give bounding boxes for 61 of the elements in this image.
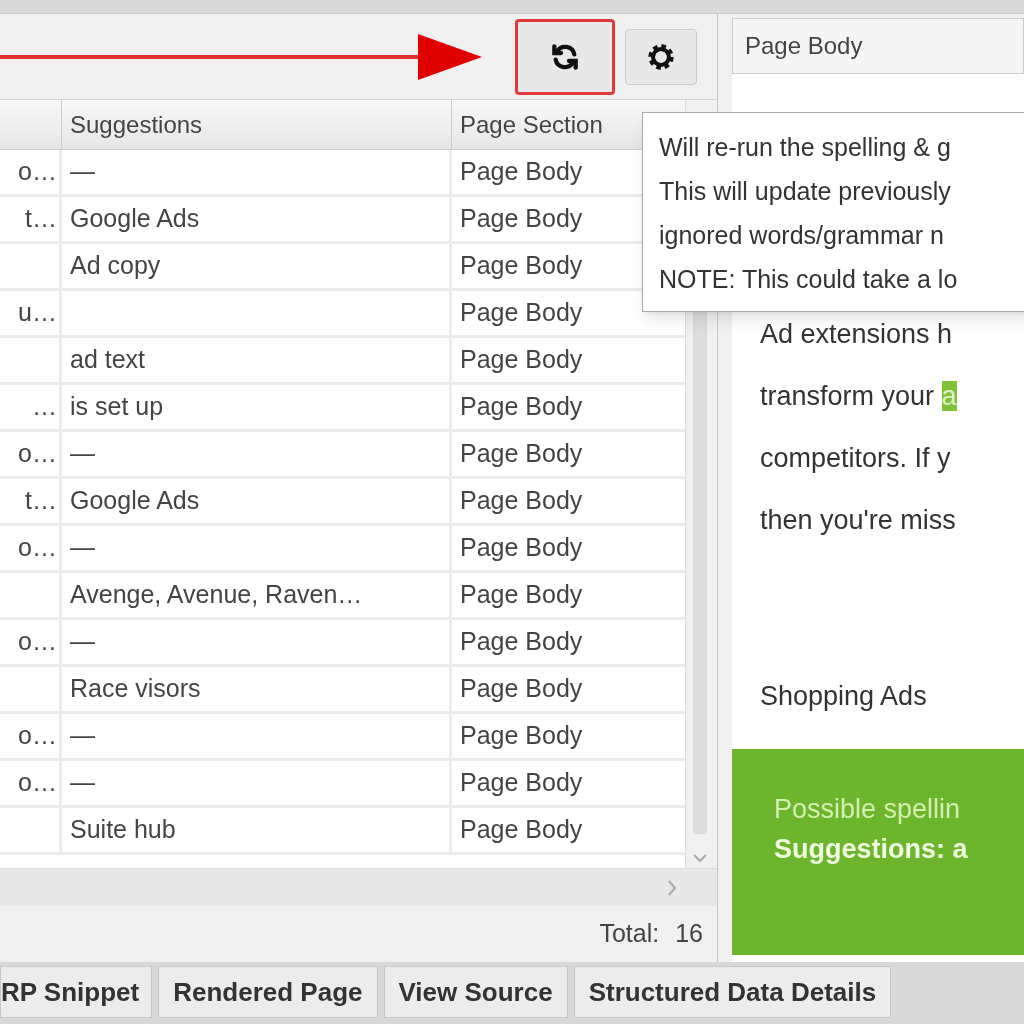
table-cell-text: — xyxy=(70,156,95,188)
table-cell-text: Google Ads xyxy=(70,203,200,235)
table-cell-text: Page Body xyxy=(460,250,583,282)
table-cell-text: Page Body xyxy=(460,485,583,517)
table-cell-text: Page Body xyxy=(460,814,583,846)
table-cell-text: Page Body xyxy=(460,673,583,705)
table-cell-text: Google Ads xyxy=(70,485,200,517)
settings-button[interactable] xyxy=(625,28,697,85)
total-label: Total: xyxy=(599,918,660,950)
table-cell-text: Page Body xyxy=(460,391,583,423)
table-cell-text: Page Body xyxy=(460,203,583,235)
table-cell-text: Suite hub xyxy=(70,814,176,846)
tab[interactable]: RP Snippet xyxy=(0,966,153,1018)
table-cell-text: o… xyxy=(18,438,57,470)
table-cell-text: u… xyxy=(18,297,57,329)
table-cell-text: o… xyxy=(18,720,57,752)
preview-text: transform your a xyxy=(760,380,958,413)
tooltip-text: Will re-run the spelling & g xyxy=(659,132,952,163)
table-cell-text: Page Body xyxy=(460,344,583,376)
table-cell-text: o… xyxy=(18,626,57,658)
tooltip-text: ignored words/grammar n xyxy=(659,220,945,251)
refresh-button[interactable] xyxy=(515,18,615,95)
table-cell-text: o… xyxy=(18,532,57,564)
preview-text: Ad extensions h xyxy=(760,318,954,351)
table-cell-text: — xyxy=(70,720,95,752)
column-header[interactable]: Suggestions xyxy=(62,100,452,149)
tooltip-text: NOTE: This could take a lo xyxy=(659,264,959,295)
table-cell-text: Page Body xyxy=(460,156,583,188)
preview-text: competitors. If y xyxy=(760,442,952,475)
tab[interactable]: Rendered Page xyxy=(158,966,378,1018)
table-cell-text: — xyxy=(70,767,95,799)
table-cell-text: — xyxy=(70,626,95,658)
table-cell-text: Page Body xyxy=(460,297,583,329)
table-cell-text: is set up xyxy=(70,391,164,423)
table-cell-text: Race visors xyxy=(70,673,201,705)
tab[interactable]: View Source xyxy=(383,966,568,1018)
tab[interactable]: Structured Data Details xyxy=(573,966,892,1018)
table-cell-text: — xyxy=(70,438,95,470)
notice-message: Possible spellin xyxy=(774,792,962,826)
table-cell-text: ad text xyxy=(70,344,146,376)
table-cell-text: Page Body xyxy=(460,532,583,564)
horizontal-scrollbar[interactable] xyxy=(0,868,717,906)
table-cell-text: Page Body xyxy=(460,720,583,752)
table-cell-text: t… xyxy=(25,485,57,517)
table-cell-text: Page Body xyxy=(460,626,583,658)
preview-header: Page Body xyxy=(745,31,863,61)
preview-heading: Shopping Ads xyxy=(760,680,928,713)
table-cell-text: Page Body xyxy=(460,438,583,470)
table-cell-text: Ad copy xyxy=(70,250,161,282)
table-cell-text: o… xyxy=(18,156,57,188)
table-cell-text: Page Body xyxy=(460,767,583,799)
preview-text: then you're miss xyxy=(760,504,957,537)
table-cell-text: … xyxy=(32,391,57,423)
total-count: 16 xyxy=(675,918,703,950)
table-cell-text: Avenge, Avenue, Raven… xyxy=(70,579,363,611)
notice-suggestions: Suggestions: a xyxy=(774,833,969,866)
tooltip-text: This will update previously xyxy=(659,176,952,207)
table-cell-text: — xyxy=(70,532,95,564)
table-cell-text: Page Body xyxy=(460,579,583,611)
table-cell-text: o… xyxy=(18,767,57,799)
table-cell-text: t… xyxy=(25,203,57,235)
